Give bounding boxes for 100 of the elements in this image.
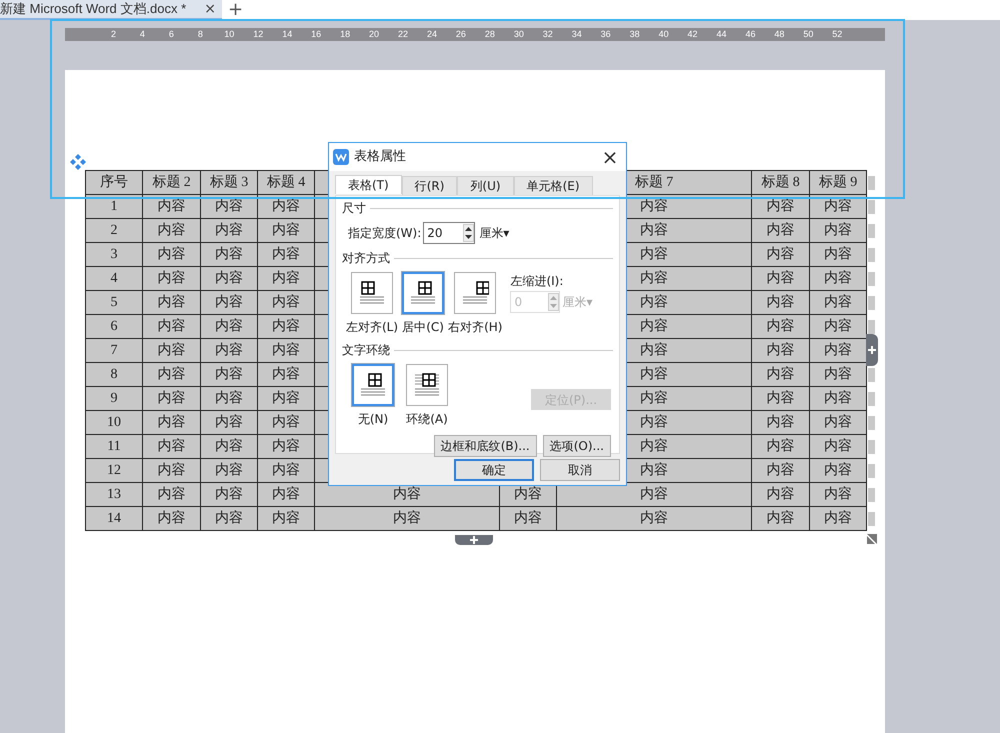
new-tab-button[interactable]: + <box>228 1 244 19</box>
table-cell: 内容 <box>752 363 810 387</box>
row-handle[interactable] <box>868 488 875 502</box>
ruler-label: 52 <box>831 30 844 39</box>
table-cell: 内容 <box>810 387 867 411</box>
table-cell: 内容 <box>201 507 258 531</box>
table-cell: 11 <box>86 435 143 459</box>
option-label: 左对齐(L) <box>346 319 398 336</box>
row-handle[interactable] <box>868 200 875 214</box>
dialog-tab[interactable]: 表格(T) <box>335 175 402 194</box>
dialog-button[interactable]: 选项(O)... <box>542 435 611 457</box>
header-cell: 标题 8 <box>752 171 810 195</box>
table-cell: 内容 <box>810 219 867 243</box>
row-handle[interactable] <box>868 248 875 262</box>
number-field[interactable]: 20 <box>423 222 476 244</box>
close-button[interactable]: × <box>598 146 622 168</box>
table-cell: 10 <box>86 411 143 435</box>
table-cell: 内容 <box>143 459 201 483</box>
table-cell: 13 <box>86 483 143 507</box>
unit-dropdown[interactable]: 厘米▾ <box>479 224 510 242</box>
table-cell: 内容 <box>258 411 315 435</box>
ruler-label: 12 <box>252 30 264 39</box>
table-cell: 内容 <box>201 267 258 291</box>
dialog-tab[interactable]: 单元格(E) <box>514 176 593 195</box>
row-handle[interactable] <box>868 320 875 334</box>
row-handle[interactable] <box>868 392 875 406</box>
ruler-label: 44 <box>715 30 728 39</box>
table-cell: 内容 <box>752 411 810 435</box>
table-cell: 内容 <box>752 195 810 219</box>
row-handle[interactable] <box>868 224 875 238</box>
add-row-button[interactable] <box>455 535 493 545</box>
table-cell: 内容 <box>810 459 867 483</box>
ruler-label: 28 <box>484 30 496 39</box>
layout-option[interactable] <box>454 272 496 314</box>
table-cell: 内容 <box>258 459 315 483</box>
section-title: 对齐方式 <box>342 250 390 267</box>
table-cell: 内容 <box>752 507 810 531</box>
layout-option[interactable] <box>402 272 444 314</box>
layout-option[interactable] <box>352 364 394 406</box>
row-handle[interactable] <box>868 176 875 190</box>
document-tab[interactable]: 新建 Microsoft Word 文档.docx * × <box>0 0 222 20</box>
table-cell: 内容 <box>258 363 315 387</box>
ruler-label: 24 <box>426 30 438 39</box>
ok-button[interactable]: 确定 <box>454 459 534 481</box>
table-cell: 内容 <box>201 315 258 339</box>
table-cell: 8 <box>86 363 143 387</box>
table-cell: 内容 <box>143 291 201 315</box>
ruler-label: 16 <box>310 30 322 39</box>
table-cell: 12 <box>86 459 143 483</box>
plus-icon <box>470 536 478 544</box>
add-column-button[interactable] <box>866 334 878 366</box>
ruler-label: 48 <box>773 30 786 39</box>
table-cell: 内容 <box>201 291 258 315</box>
row-handle[interactable] <box>868 464 875 478</box>
spin-arrows-icon[interactable] <box>463 224 474 242</box>
dialog-title: 表格属性 <box>354 148 407 166</box>
table-cell: 内容 <box>258 387 315 411</box>
header-cell: 标题 3 <box>201 171 258 195</box>
table-cell: 内容 <box>557 483 752 507</box>
close-tab-button[interactable]: × <box>204 0 216 20</box>
header-cell: 标题 4 <box>258 171 315 195</box>
table-cell: 内容 <box>810 315 867 339</box>
cancel-button[interactable]: 取消 <box>540 459 620 481</box>
table-cell: 内容 <box>201 387 258 411</box>
table-cell: 内容 <box>143 435 201 459</box>
dialog-tab[interactable]: 行(R) <box>402 176 458 195</box>
table-cell: 内容 <box>143 195 201 219</box>
ruler-label: 50 <box>802 30 814 39</box>
table-cell: 内容 <box>143 411 201 435</box>
table-cell: 内容 <box>752 435 810 459</box>
table-cell: 内容 <box>810 267 867 291</box>
header-cell: 标题 9 <box>810 171 867 195</box>
ruler-label: 46 <box>744 30 756 39</box>
table-cell: 3 <box>86 243 143 267</box>
layout-option[interactable] <box>406 364 448 406</box>
ruler-label: 36 <box>600 30 612 39</box>
ruler-label: 8 <box>196 30 204 39</box>
table-cell: 内容 <box>258 339 315 363</box>
table-cell: 14 <box>86 507 143 531</box>
dialog-tab[interactable]: 列(U) <box>457 176 514 195</box>
table-cell: 2 <box>86 219 143 243</box>
ruler-label: 40 <box>658 30 670 39</box>
row-handle[interactable] <box>868 440 875 454</box>
row-handle[interactable] <box>868 368 875 382</box>
dialog-button[interactable]: 边框和底纹(B)... <box>434 435 537 457</box>
table-cell: 内容 <box>810 363 867 387</box>
layout-option[interactable] <box>351 272 394 314</box>
row-handle[interactable] <box>868 512 875 526</box>
row-handle[interactable] <box>868 272 875 286</box>
table-cell: 5 <box>86 291 143 315</box>
table-cell: 内容 <box>752 387 810 411</box>
resize-handle-icon[interactable] <box>867 534 877 544</box>
table-cell: 内容 <box>143 339 201 363</box>
move-handle-icon[interactable] <box>69 153 87 171</box>
table-cell: 内容 <box>752 291 810 315</box>
table-cell: 内容 <box>810 507 867 531</box>
table-cell: 内容 <box>752 339 810 363</box>
row-handle[interactable] <box>868 296 875 310</box>
table-cell: 内容 <box>143 315 201 339</box>
row-handle[interactable] <box>868 416 875 430</box>
